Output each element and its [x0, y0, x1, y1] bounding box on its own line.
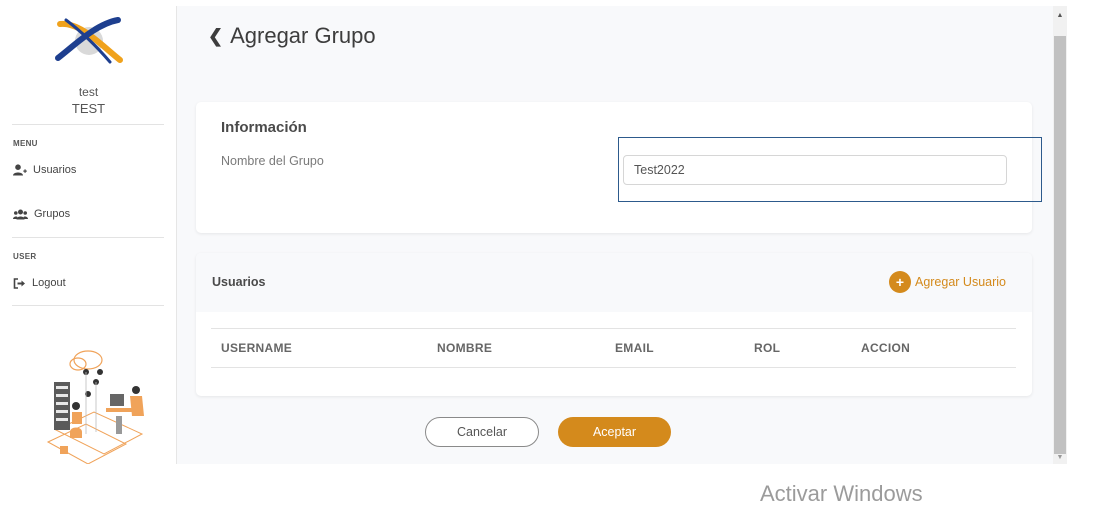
- sidebar-item-label: Usuarios: [33, 164, 77, 176]
- scroll-up-arrow-icon[interactable]: ▲: [1053, 6, 1067, 24]
- group-name-label: Nombre del Grupo: [221, 154, 324, 168]
- users-group-icon: [13, 209, 28, 219]
- sidebar-item-grupos[interactable]: Grupos: [13, 208, 70, 220]
- user-section-label: USER: [13, 252, 37, 261]
- column-header-accion: ACCION: [861, 341, 911, 355]
- sidebar-item-usuarios[interactable]: Usuarios: [13, 164, 76, 176]
- column-header-nombre: NOMBRE: [437, 341, 493, 355]
- column-header-username: USERNAME: [221, 341, 293, 355]
- page-title-text: Agregar Grupo: [230, 23, 376, 48]
- column-header-email: EMAIL: [615, 341, 654, 355]
- logout-link[interactable]: Logout: [13, 277, 66, 289]
- vertical-scrollbar[interactable]: ▲ ▼: [1053, 6, 1067, 464]
- plus-circle-icon: +: [888, 271, 911, 293]
- add-user-label: Agregar Usuario: [914, 275, 1006, 289]
- sidebar-divider: [12, 305, 164, 306]
- app-logo: [55, 17, 123, 64]
- user-plus-icon: [13, 164, 27, 176]
- logout-label: Logout: [32, 277, 66, 289]
- sign-out-icon: [13, 277, 25, 289]
- users-card: Usuarios + Agregar Usuario USERNAME NOMB…: [196, 253, 1032, 396]
- windows-activation-watermark: Activar Windows: [760, 481, 923, 505]
- add-user-button[interactable]: + Agregar Usuario: [888, 271, 1006, 293]
- sidebar-item-label: Grupos: [34, 208, 71, 220]
- sidebar-divider: [12, 237, 164, 238]
- users-table-header: USERNAME NOMBRE EMAIL ROL ACCION: [211, 328, 1016, 368]
- page-title: ❮ Agregar Grupo: [208, 23, 376, 49]
- cancel-button[interactable]: Cancelar: [425, 417, 539, 447]
- user-role: TEST: [71, 101, 106, 116]
- info-card: Información Nombre del Grupo: [196, 102, 1042, 233]
- main-content: ❮ Agregar Grupo Información Nombre del G…: [177, 6, 1053, 464]
- users-card-title: Usuarios: [212, 275, 266, 289]
- sidebar: test TEST MENU Usuarios Grupos USER Logo…: [0, 6, 177, 464]
- user-name: test: [78, 85, 99, 99]
- accept-button[interactable]: Aceptar: [558, 417, 671, 447]
- scroll-down-arrow-icon[interactable]: ▼: [1053, 450, 1067, 464]
- sidebar-divider: [12, 124, 164, 125]
- scroll-thumb[interactable]: [1054, 36, 1066, 454]
- chevron-left-icon[interactable]: ❮: [208, 26, 223, 47]
- group-name-input[interactable]: [623, 155, 1007, 185]
- menu-section-label: MENU: [13, 139, 38, 148]
- column-header-rol: ROL: [754, 341, 781, 355]
- info-card-title: Información: [221, 119, 307, 136]
- office-illustration: [46, 350, 144, 464]
